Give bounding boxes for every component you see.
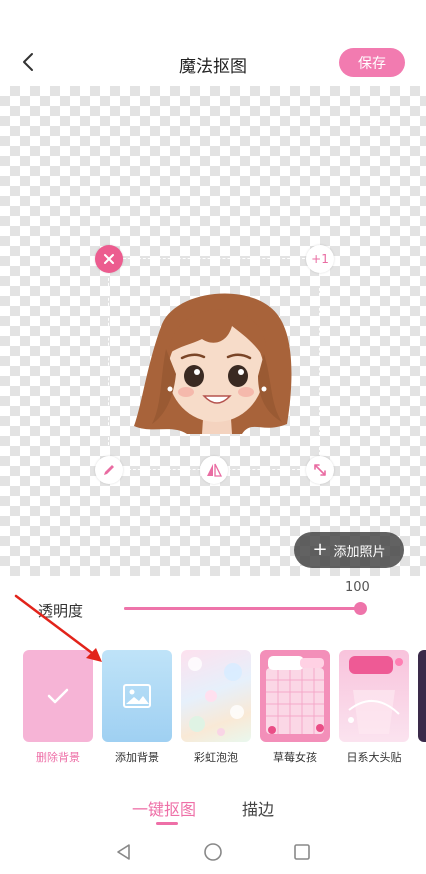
bg-option-label: 日系大头贴 [346,751,402,764]
image-icon [123,684,151,708]
duplicate-label: +1 [311,252,329,266]
opacity-slider-fill [124,607,360,610]
bg-option-rainbow-bubbles[interactable]: 彩虹泡泡 [181,650,251,765]
duplicate-layer-button[interactable]: +1 [306,245,334,273]
bg-option-label: 添加背景 [115,751,159,764]
annotation-arrow-icon [14,594,102,662]
system-nav-bar [0,830,426,874]
active-tab-indicator [156,822,178,825]
opacity-slider-thumb[interactable] [354,602,367,615]
close-icon [104,254,114,264]
bubbles-pattern [188,657,244,736]
editing-canvas[interactable]: +1 + 添加照片 [0,86,426,576]
bg-option-strawberry-girl[interactable]: 草莓女孩 [260,650,330,765]
bg-thumb-japanese-sticker [339,650,409,742]
selection-box [108,258,320,470]
circle-home-icon [204,843,222,861]
flip-layer-button[interactable] [200,456,228,484]
nav-recents-button[interactable] [290,840,314,864]
bg-thumb-next [418,650,426,742]
nav-home-button[interactable] [201,840,225,864]
nav-back-button[interactable] [112,840,136,864]
bg-thumb-strawberry-girl [260,650,330,742]
bg-option-add[interactable]: 添加背景 [102,650,172,765]
flip-icon [207,463,222,477]
bg-option-label: 草莓女孩 [273,751,317,764]
strawberry-pattern [266,656,324,734]
love-pattern [348,656,403,734]
delete-layer-button[interactable] [95,245,123,273]
triangle-back-icon [117,844,130,860]
bg-option-label: 彩虹泡泡 [194,751,238,764]
bg-option-label: 删除背景 [36,751,80,764]
resize-layer-button[interactable] [306,456,334,484]
add-photo-label: 添加照片 [333,544,386,560]
save-button[interactable]: 保存 [339,48,405,77]
bg-option-next[interactable] [418,650,426,742]
tab-stroke[interactable]: 描边 [242,796,274,820]
tab-one-click-cutout[interactable]: 一键抠图 [132,796,196,820]
edit-layer-button[interactable] [95,456,123,484]
square-recents-icon [294,844,310,860]
mode-tabs: 一键抠图 描边 [0,790,426,830]
plus-icon: + [312,539,328,560]
bg-thumb-rainbow-bubbles [181,650,251,742]
bg-option-japanese-sticker[interactable]: 日系大头贴 [339,650,409,765]
add-photo-button[interactable]: + 添加照片 [294,532,404,568]
checkmark-icon [47,688,69,704]
opacity-slider[interactable] [124,602,367,615]
top-bar: 魔法抠图 保存 [0,0,426,86]
pencil-icon [104,465,114,475]
resize-icon [314,464,326,476]
opacity-value: 100 [345,580,370,595]
bg-thumb-add [102,650,172,742]
